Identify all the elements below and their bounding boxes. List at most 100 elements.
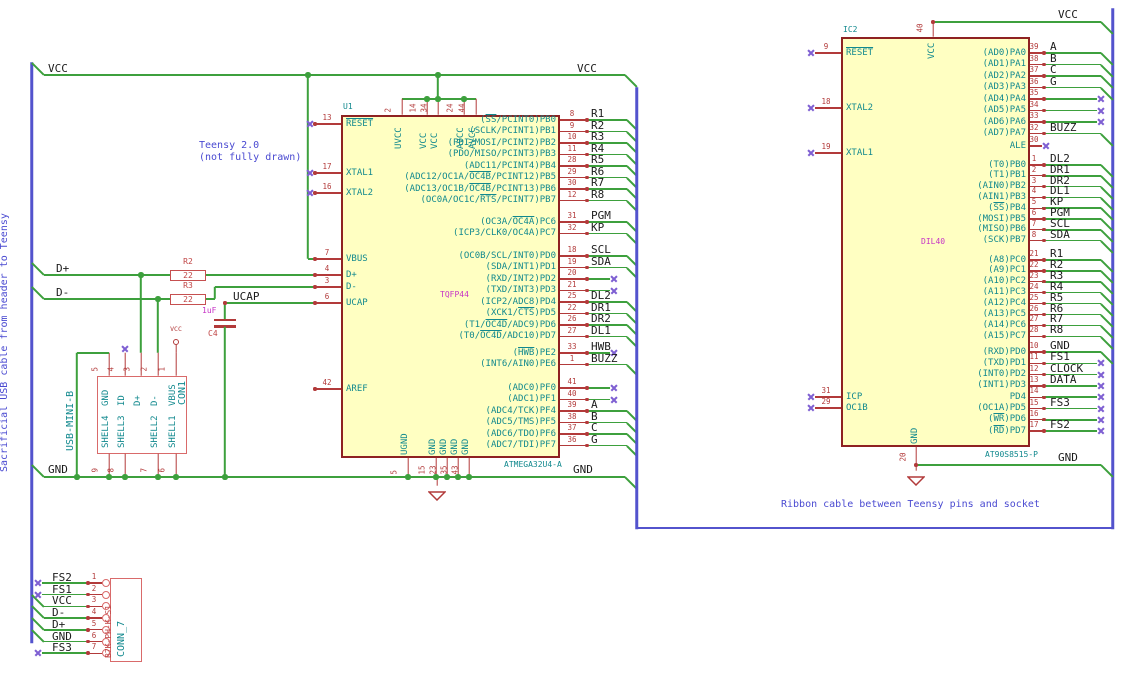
pin-name: D-	[346, 281, 357, 292]
net-label: D+	[52, 617, 66, 631]
pin-name: VBUS	[346, 253, 368, 264]
junction-dot	[1042, 429, 1046, 433]
pin-number: 34	[1029, 99, 1039, 109]
pin-number: 15	[417, 465, 427, 475]
dminus-net-label: D-	[56, 286, 70, 299]
gnd-symbol	[427, 486, 447, 502]
pin-number: 5	[1031, 197, 1037, 207]
pin-number: 10	[1029, 341, 1039, 350]
pin	[1030, 430, 1042, 432]
pin-name: SHELL4	[101, 415, 111, 448]
wire	[307, 74, 309, 259]
pin-name: (WR)PD6	[988, 414, 1026, 425]
pin-number: 25	[567, 291, 577, 300]
pin-number: 18	[567, 245, 577, 254]
net-label: HWB	[591, 340, 611, 353]
junction-dot	[313, 301, 317, 305]
pin-name: (ADC5/TMS)PF5	[485, 417, 556, 427]
junction-dot	[585, 141, 589, 145]
pin-number: 20	[898, 452, 908, 462]
pin-number: 26	[1029, 303, 1039, 313]
junction-dot	[585, 129, 589, 134]
net-label: DATA	[1050, 372, 1077, 386]
no-connect-icon	[610, 396, 618, 404]
vcc-net-label: VCC	[1058, 8, 1078, 21]
conn7-reference: CONN_7	[116, 620, 127, 657]
pin-name: (PDO/MISO/PCINT3)PB3	[447, 149, 556, 159]
junction-dot	[585, 220, 589, 224]
wire	[157, 298, 159, 353]
wire	[175, 344, 177, 353]
bus-entry	[31, 262, 45, 276]
pin-number: 3	[91, 595, 97, 605]
pin-name: (A14)PC6	[982, 319, 1026, 330]
pin-name: (AD1)PA1	[982, 59, 1026, 69]
no-connect-icon	[1097, 416, 1105, 424]
pin-number: 19	[821, 142, 831, 151]
pin-number: 35	[439, 465, 449, 475]
junction-dot	[405, 474, 411, 480]
net-label: FS3	[1050, 395, 1070, 409]
pin-name: (OC3A/OC4A)PC6	[480, 216, 556, 227]
pin-name: SHELL1	[168, 415, 178, 448]
junction-dot	[585, 164, 589, 168]
pin-number: 24	[1029, 281, 1039, 291]
pin-number: 8	[106, 467, 116, 473]
pin-name: (INT6/AIN0)PE6	[480, 359, 556, 369]
pin-name: (INT1)PD3	[977, 380, 1026, 391]
net-label: R5	[591, 153, 605, 166]
junction-dot	[223, 301, 227, 305]
r2-value: 22	[183, 270, 193, 280]
junction-dot	[585, 334, 589, 339]
pin-number: 23	[1029, 270, 1039, 280]
net-label: FS2	[1050, 418, 1070, 432]
pin-name: XTAL2	[846, 102, 874, 113]
bus-entry	[624, 74, 638, 88]
net-label: GND	[52, 629, 72, 643]
wire	[44, 617, 88, 619]
u1-value: ATMEGA32U4-A	[504, 460, 562, 469]
junction-dot	[155, 296, 161, 302]
pin-name: (A12)PC4	[982, 298, 1026, 309]
net-label: SCL	[591, 243, 611, 256]
net-label: G	[1050, 74, 1057, 88]
pin-number: 6	[1031, 208, 1037, 217]
pin-number: 35	[1029, 88, 1039, 97]
pin-number: 32	[567, 222, 577, 232]
junction-dot	[1042, 334, 1046, 338]
bus-entry	[31, 286, 45, 300]
junction-dot	[313, 387, 317, 391]
pin-number: 44	[457, 103, 467, 113]
no-connect-icon	[1097, 359, 1105, 367]
net-label: A	[1050, 40, 1057, 53]
net-label: BUZZ	[1050, 120, 1077, 134]
pin-number: 27	[567, 325, 577, 335]
pin	[815, 407, 841, 409]
junction-dot	[222, 474, 228, 480]
pin-name: (AD0)PA0	[982, 47, 1026, 58]
pin-name: XTAL1	[846, 147, 874, 158]
wire	[437, 74, 439, 99]
pin-number: 12	[1029, 363, 1039, 373]
ribbon-bus	[636, 526, 1114, 530]
note-teensy-line1: Teensy 2.0	[199, 140, 260, 151]
pin-number: 2	[91, 583, 97, 593]
pin	[315, 258, 341, 260]
net-label: BUZZ	[591, 351, 618, 365]
net-label: FS3	[52, 641, 72, 655]
net-label: R3	[591, 130, 605, 143]
no-connect-icon	[34, 649, 42, 657]
junction-dot	[455, 474, 461, 480]
junction-dot	[1042, 238, 1046, 243]
pin-number: 14	[1029, 386, 1039, 396]
pin-number: 3	[1031, 175, 1037, 185]
junction-dot	[585, 187, 589, 191]
schematic-sheet: Sacrificial USB cable from header to Tee…	[0, 0, 1131, 690]
ic2-footprint: DIL40	[921, 237, 946, 246]
wire	[1042, 98, 1097, 100]
no-connect-icon	[306, 120, 314, 128]
pin-name: (AIN1)PB3	[977, 191, 1026, 202]
wire	[44, 74, 625, 76]
net-label: R4	[591, 141, 605, 155]
pin-circle	[102, 590, 110, 599]
